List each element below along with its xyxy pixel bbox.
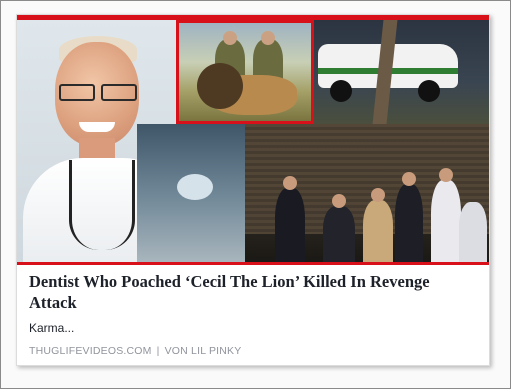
person xyxy=(363,200,393,262)
hunters-with-lion-photo xyxy=(176,20,314,124)
night-crime-scene-photo xyxy=(245,124,489,262)
hunter-right-head xyxy=(261,31,275,45)
dental-lamp xyxy=(177,174,213,200)
source-line: THUGLIFEVIDEOS.COM | VON LIL PINKY xyxy=(29,345,241,357)
screenshot-frame: Dentist Who Poached ‘Cecil The Lion’ Kil… xyxy=(0,0,511,389)
wheel-rear xyxy=(418,80,440,102)
stethoscope xyxy=(69,160,135,250)
smile xyxy=(79,122,115,132)
patrol-vehicle-photo xyxy=(314,20,489,124)
author-name: VON LIL PINKY xyxy=(164,345,242,357)
person-head xyxy=(332,194,346,208)
person xyxy=(275,188,305,262)
person xyxy=(395,184,423,262)
source-domain[interactable]: THUGLIFEVIDEOS.COM xyxy=(29,345,152,357)
hunter-left-head xyxy=(223,31,237,45)
glasses xyxy=(59,84,137,101)
person-head xyxy=(371,188,385,202)
dental-clinic-photo xyxy=(137,124,245,262)
description-text: Karma... xyxy=(29,321,75,335)
preview-image-collage[interactable] xyxy=(17,20,489,262)
person-head xyxy=(283,176,297,190)
link-preview-card[interactable]: Dentist Who Poached ‘Cecil The Lion’ Kil… xyxy=(16,14,490,366)
lion-mane xyxy=(197,63,243,109)
separator: | xyxy=(156,345,160,357)
wheel-front xyxy=(330,80,352,102)
image-bottom-border xyxy=(17,262,489,265)
person-head xyxy=(402,172,416,186)
forensic-investigator xyxy=(431,180,461,262)
headline-link[interactable]: Dentist Who Poached ‘Cecil The Lion’ Kil… xyxy=(29,271,479,313)
person xyxy=(323,206,355,262)
forensic-investigator xyxy=(459,202,487,262)
person-head xyxy=(439,168,453,182)
